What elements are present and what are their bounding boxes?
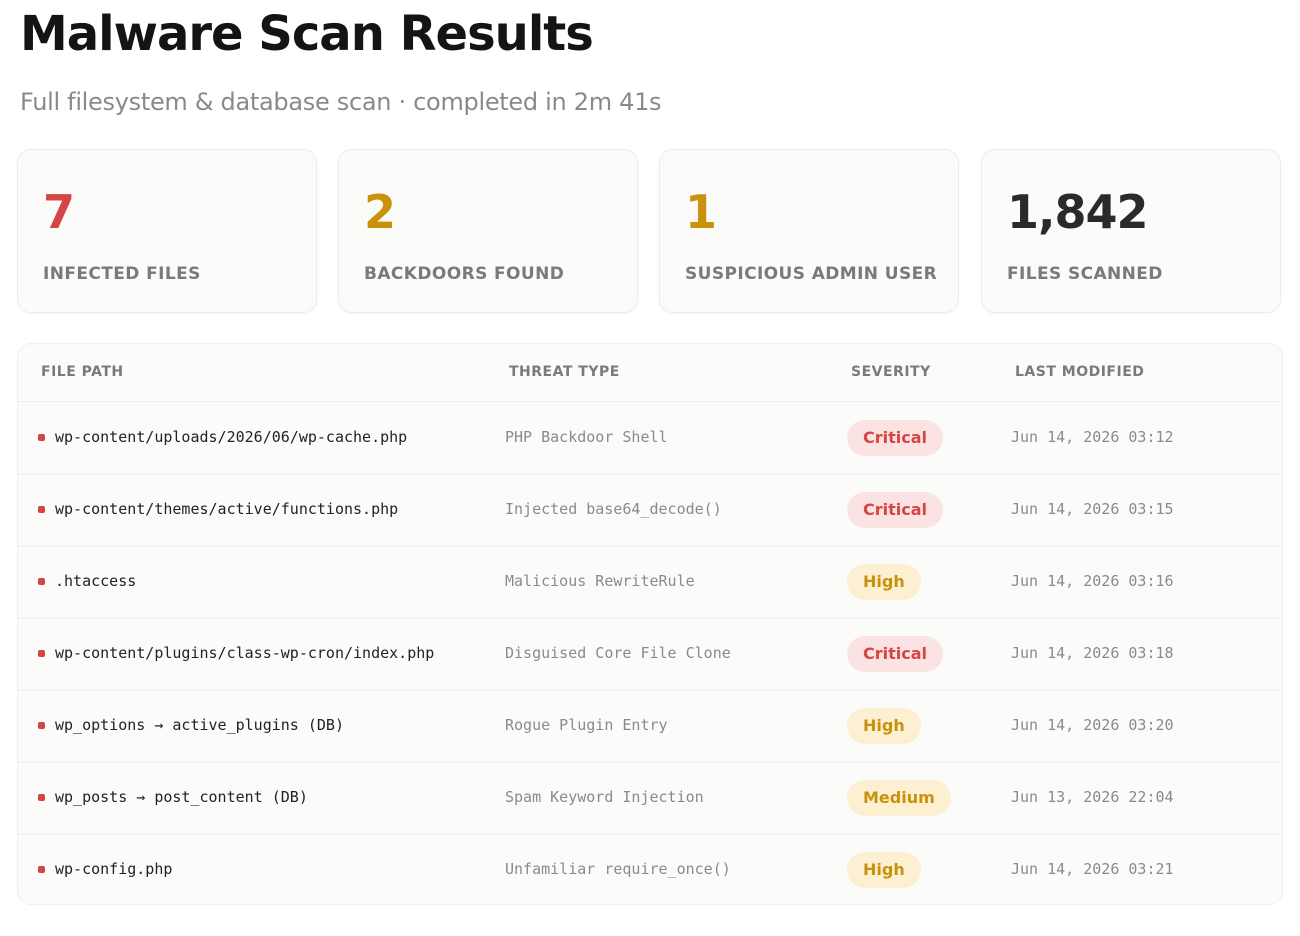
stat-label: INFECTED FILES (43, 264, 201, 284)
column-header-file-path[interactable]: FILE PATH (41, 362, 124, 382)
stats-cards: 7 INFECTED FILES 2 BACKDOORS FOUND 1 SUS… (17, 149, 1283, 315)
stat-value: 2 (364, 185, 396, 239)
severity-badge: Critical (847, 636, 944, 672)
file-path: .htaccess (55, 572, 137, 590)
threat-type: Disguised Core File Clone (505, 644, 731, 662)
stat-card-backdoors-found: 2 BACKDOORS FOUND (338, 149, 638, 313)
infected-indicator-icon (38, 794, 45, 801)
file-path: wp_posts → post_content (DB) (55, 788, 308, 806)
table-row[interactable]: wp-content/plugins/class-wp-cron/index.p… (18, 618, 1282, 691)
infected-indicator-icon (38, 578, 45, 585)
last-modified: Jun 14, 2026 03:16 (1011, 572, 1174, 590)
stat-label: BACKDOORS FOUND (364, 264, 565, 284)
scan-results-table: FILE PATH THREAT TYPE SEVERITY LAST MODI… (17, 343, 1283, 905)
column-header-severity[interactable]: SEVERITY (851, 362, 931, 382)
table-header: FILE PATH THREAT TYPE SEVERITY LAST MODI… (18, 344, 1282, 402)
file-path: wp-content/plugins/class-wp-cron/index.p… (55, 644, 435, 662)
page-subtitle: Full filesystem & database scan · comple… (20, 88, 662, 116)
threat-type: Rogue Plugin Entry (505, 716, 668, 734)
column-header-last-modified[interactable]: LAST MODIFIED (1015, 362, 1144, 382)
last-modified: Jun 14, 2026 03:12 (1011, 428, 1174, 446)
stat-label: SUSPICIOUS ADMIN USER (685, 264, 938, 284)
last-modified: Jun 13, 2026 22:04 (1011, 788, 1174, 806)
table-row[interactable]: wp_options → active_plugins (DB) Rogue P… (18, 690, 1282, 763)
threat-type: Injected base64_decode() (505, 500, 722, 518)
infected-indicator-icon (38, 722, 45, 729)
threat-type: Spam Keyword Injection (505, 788, 704, 806)
stat-value: 1 (685, 185, 717, 239)
threat-type: PHP Backdoor Shell (505, 428, 668, 446)
severity-badge: High (847, 564, 921, 600)
threat-type: Unfamiliar require_once() (505, 860, 731, 878)
stat-card-files-scanned: 1,842 FILES SCANNED (981, 149, 1281, 313)
last-modified: Jun 14, 2026 03:20 (1011, 716, 1174, 734)
severity-badge: High (847, 708, 921, 744)
stat-label: FILES SCANNED (1007, 264, 1163, 284)
last-modified: Jun 14, 2026 03:15 (1011, 500, 1174, 518)
table-row[interactable]: wp-content/uploads/2026/06/wp-cache.php … (18, 402, 1282, 475)
stat-value: 7 (43, 185, 75, 239)
file-path: wp_options → active_plugins (DB) (55, 716, 344, 734)
severity-badge: Critical (847, 420, 944, 456)
infected-indicator-icon (38, 866, 45, 873)
table-row[interactable]: .htaccess Malicious RewriteRule High Jun… (18, 546, 1282, 619)
last-modified: Jun 14, 2026 03:18 (1011, 644, 1174, 662)
file-path: wp-content/themes/active/functions.php (55, 500, 399, 518)
page-title: Malware Scan Results (20, 6, 594, 62)
file-path: wp-config.php (55, 860, 173, 878)
column-header-threat-type[interactable]: THREAT TYPE (509, 362, 620, 382)
severity-badge: Critical (847, 492, 944, 528)
file-path: wp-content/uploads/2026/06/wp-cache.php (55, 428, 408, 446)
stat-value: 1,842 (1007, 185, 1149, 239)
infected-indicator-icon (38, 650, 45, 657)
severity-badge: Medium (847, 780, 951, 816)
infected-indicator-icon (38, 506, 45, 513)
threat-type: Malicious RewriteRule (505, 572, 695, 590)
table-row[interactable]: wp-config.php Unfamiliar require_once() … (18, 834, 1282, 904)
stat-card-infected-files: 7 INFECTED FILES (17, 149, 317, 313)
last-modified: Jun 14, 2026 03:21 (1011, 860, 1174, 878)
severity-badge: High (847, 852, 921, 888)
infected-indicator-icon (38, 434, 45, 441)
table-row[interactable]: wp_posts → post_content (DB) Spam Keywor… (18, 762, 1282, 835)
table-row[interactable]: wp-content/themes/active/functions.php I… (18, 474, 1282, 547)
stat-card-suspicious-admin-user: 1 SUSPICIOUS ADMIN USER (659, 149, 959, 313)
